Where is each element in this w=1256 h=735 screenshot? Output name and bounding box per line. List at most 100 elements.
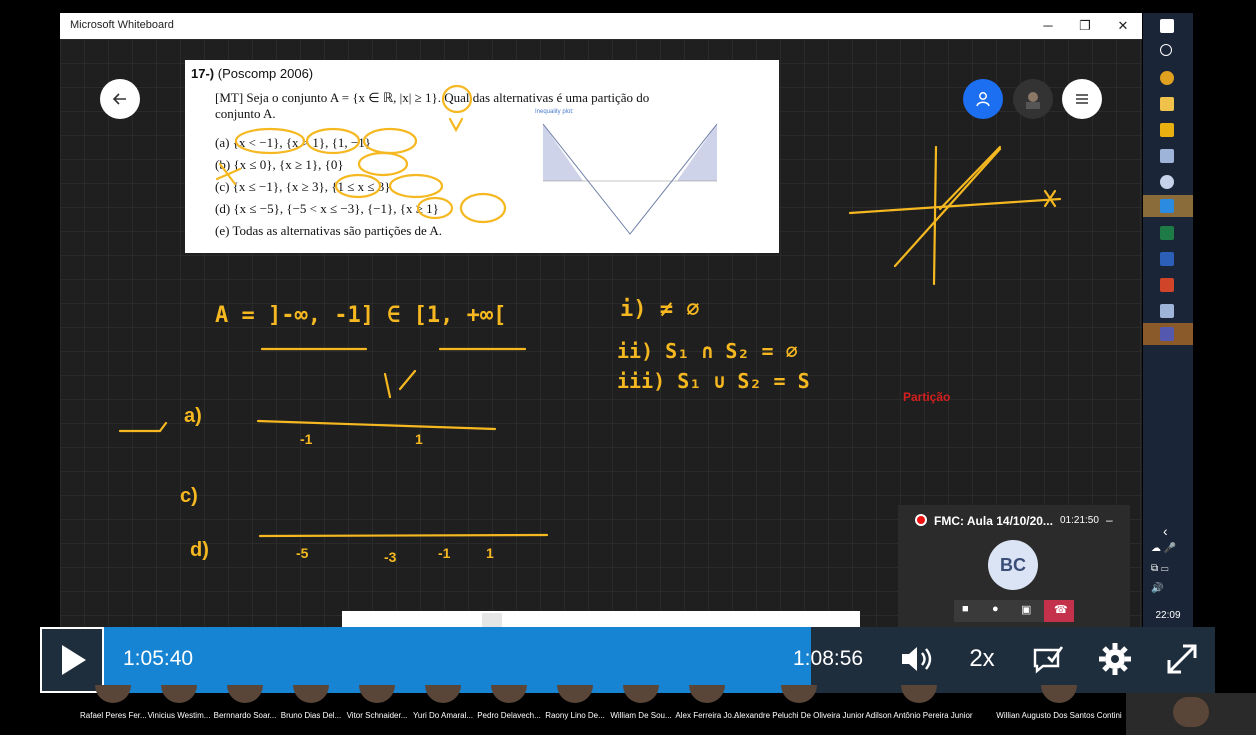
playback-speed-button[interactable]: 2x (962, 639, 1002, 679)
participant-avatar (901, 685, 937, 703)
volume-button[interactable] (896, 639, 936, 679)
presenter-avatar (1173, 697, 1209, 727)
chrome-icon[interactable] (1160, 71, 1174, 85)
participant-tile[interactable]: Rafael Peres Fer... (80, 685, 146, 735)
meeting-elapsed: 01:21:50 (1060, 515, 1099, 526)
participant-tile[interactable]: Vitor Schnaider... (344, 685, 410, 735)
participant-tile[interactable]: Yuri Do Amaral... (410, 685, 476, 735)
chat-check-icon (1033, 646, 1064, 674)
teams-icon[interactable] (1160, 327, 1174, 341)
presenter-video[interactable] (1126, 693, 1256, 735)
hang-up-button[interactable]: ☎ (1044, 600, 1074, 622)
participant-avatar (293, 685, 329, 703)
tray-icons-2[interactable]: ⧉ ▭ (1151, 563, 1185, 577)
close-icon[interactable]: ✕ (1109, 16, 1137, 36)
participant-tile[interactable]: Alexandre Peluchi De Oliveira Junior (734, 685, 864, 735)
volume-icon (902, 647, 932, 671)
meeting-mini-window[interactable]: FMC: Aula 14/10/20... 01:21:50 – BC ■ ● … (898, 505, 1130, 630)
windows-start-icon[interactable] (1160, 19, 1174, 33)
search-icon[interactable] (1160, 44, 1172, 56)
participant-tile[interactable]: Adilson Antônio Pereira Junior (864, 685, 974, 735)
participant-tile[interactable]: William De Sou... (608, 685, 674, 735)
meeting-header: FMC: Aula 14/10/20... 01:21:50 – (898, 505, 1130, 535)
tick-neg5: -5 (296, 545, 309, 561)
camera-icon[interactable]: ■ (962, 603, 969, 615)
participant-tile[interactable]: Bruno Dias Del... (278, 685, 344, 735)
current-time: 1:05:40 (123, 647, 194, 670)
participant-name: William De Sou... (610, 711, 672, 720)
condition-1: i) ≠ ∅ (620, 297, 700, 322)
whiteboard-app-icon[interactable] (1160, 199, 1174, 213)
participant-name: Pedro Delavech... (477, 711, 541, 720)
participant-name: Raony Lino De... (545, 711, 605, 720)
condition-2: ii) S₁ ∩ S₂ = ∅ (617, 339, 798, 363)
progress-bar[interactable] (104, 627, 811, 693)
participant-tile[interactable]: Willian Augusto Dos Santos Contini (992, 685, 1126, 735)
tick-1: 1 (415, 431, 423, 447)
word-icon[interactable] (1160, 252, 1174, 266)
remote-app-icon[interactable] (1160, 149, 1174, 163)
participant-avatar (623, 685, 659, 703)
tray-icons[interactable]: ☁ 🎤 (1151, 543, 1185, 557)
participant-name: Vitor Schnaider... (346, 711, 408, 720)
chapter-button[interactable] (1028, 639, 1068, 679)
participant-avatar (491, 685, 527, 703)
participant-name: Alexandre Peluchi De Oliveira Junior (734, 711, 864, 720)
taskbar-clock: 22:09 (1155, 610, 1181, 621)
participant-tile[interactable]: Pedro Delavech... (476, 685, 542, 735)
participant-name: Bruno Dias Del... (280, 711, 342, 720)
powerpoint-icon[interactable] (1160, 278, 1174, 292)
participant-strip: Rafael Peres Fer... Vinicius Westim... B… (80, 685, 1256, 735)
video-player-bar: 1:05:40 1:08:56 2x (40, 627, 1215, 693)
participant-avatar (161, 685, 197, 703)
volume-tray-icon[interactable]: 🔊 (1151, 583, 1185, 597)
gear-icon (1099, 643, 1131, 675)
participant-name: Yuri Do Amaral... (412, 711, 474, 720)
participant-avatar (359, 685, 395, 703)
minimize-icon[interactable]: ─ (1034, 16, 1062, 36)
lock-app-icon[interactable] (1160, 123, 1174, 137)
tick-neg3: -3 (384, 549, 397, 565)
participant-avatar (781, 685, 817, 703)
tick-1b: 1 (486, 545, 494, 561)
excel-icon[interactable] (1160, 226, 1174, 240)
mic-icon[interactable]: ● (992, 603, 999, 615)
fullscreen-button[interactable] (1162, 639, 1202, 679)
title-bar: Microsoft Whiteboard ─ ❐ ✕ (60, 13, 1142, 39)
play-button[interactable] (40, 627, 104, 693)
notes-icon[interactable] (1160, 304, 1174, 318)
app-icon[interactable] (1160, 175, 1174, 189)
participant-name: Adilson Antônio Pereira Junior (865, 711, 973, 720)
expand-icon (1167, 644, 1197, 674)
settings-button[interactable] (1095, 639, 1135, 679)
meeting-minimize-icon[interactable]: – (1106, 513, 1113, 527)
condition-3: iii) S₁ ∪ S₂ = S (617, 369, 810, 393)
participant-avatar (95, 685, 131, 703)
chevron-left-icon[interactable]: ‹ (1163, 523, 1168, 539)
duration: 1:08:56 (793, 647, 864, 670)
participant-avatar (227, 685, 263, 703)
tick-neg1: -1 (300, 431, 313, 447)
set-definition: A = ]-∞, -1] ∈ [1, +∞[ (215, 303, 507, 328)
participant-avatar (557, 685, 593, 703)
share-screen-icon[interactable]: ▣ (1021, 603, 1031, 616)
participant-name: Rafael Peres Fer... (80, 711, 146, 720)
meeting-avatar: BC (988, 540, 1038, 590)
participant-tile[interactable]: Bernnardo Soar... (212, 685, 278, 735)
window-title: Microsoft Whiteboard (70, 19, 174, 31)
restore-icon[interactable]: ❐ (1071, 16, 1099, 36)
axes-sketch (848, 145, 1062, 286)
label-c: c) (180, 485, 198, 507)
file-explorer-icon[interactable] (1160, 97, 1174, 111)
participant-name: Bernnardo Soar... (213, 711, 277, 720)
hang-up-icon: ☎ (1054, 604, 1068, 616)
participant-tile[interactable]: Alex Ferreira Jo... (674, 685, 740, 735)
tick-neg1b: -1 (438, 545, 451, 561)
label-a: a) (184, 405, 202, 427)
play-icon (62, 645, 86, 675)
participant-tile[interactable]: Raony Lino De... (542, 685, 608, 735)
participant-name: Vinicius Westim... (147, 711, 211, 720)
meeting-title: FMC: Aula 14/10/20... (934, 514, 1053, 528)
participant-tile[interactable]: Vinicius Westim... (146, 685, 212, 735)
problem-annotations (215, 84, 507, 224)
